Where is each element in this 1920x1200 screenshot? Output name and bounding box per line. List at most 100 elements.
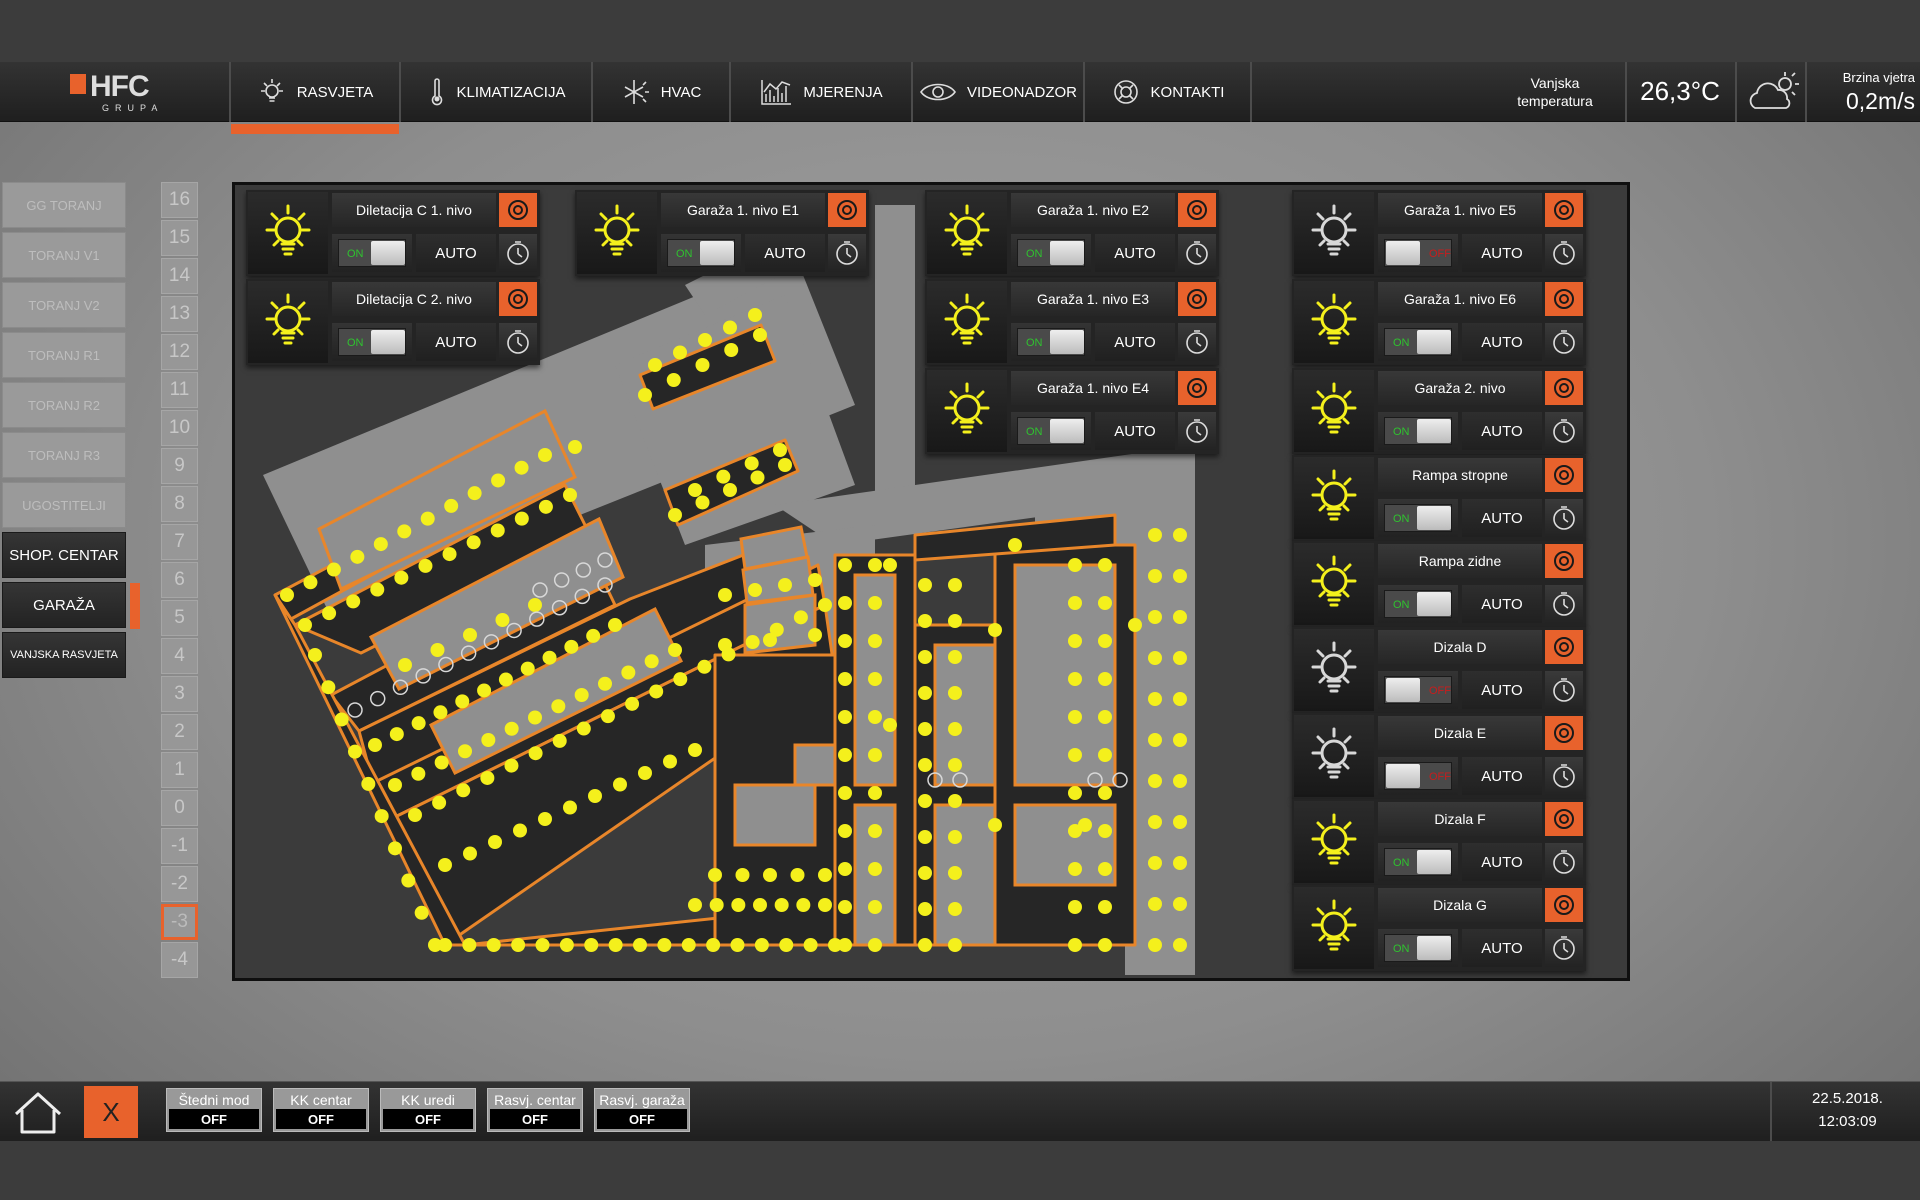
floor-button[interactable]: 8 xyxy=(161,486,198,522)
auto-mode-button[interactable]: AUTO xyxy=(1462,671,1542,709)
floor-button[interactable]: 11 xyxy=(161,372,198,408)
light-bulb[interactable] xyxy=(577,192,657,274)
light-bulb[interactable] xyxy=(1294,887,1374,969)
auto-mode-button[interactable]: AUTO xyxy=(1462,412,1542,450)
on-off-toggle[interactable]: ON xyxy=(332,234,412,272)
status-button[interactable] xyxy=(1545,888,1583,922)
status-button[interactable] xyxy=(1178,282,1216,316)
status-button[interactable] xyxy=(499,282,537,316)
status-button[interactable] xyxy=(1545,458,1583,492)
floor-button[interactable]: 12 xyxy=(161,334,198,370)
timer-button[interactable] xyxy=(1545,671,1583,709)
auto-mode-button[interactable]: AUTO xyxy=(1462,843,1542,881)
status-button[interactable] xyxy=(1545,544,1583,578)
on-off-toggle[interactable]: OFF xyxy=(1378,234,1458,272)
building-toranj-v1[interactable]: TORANJ V1 xyxy=(2,232,126,278)
timer-button[interactable] xyxy=(1545,412,1583,450)
building-garaža[interactable]: GARAŽA xyxy=(2,582,126,628)
floor-button[interactable]: 10 xyxy=(161,410,198,446)
light-bulb[interactable] xyxy=(1294,192,1374,274)
floor-button[interactable]: 13 xyxy=(161,296,198,332)
auto-mode-button[interactable]: AUTO xyxy=(1095,234,1175,272)
auto-mode-button[interactable]: AUTO xyxy=(416,234,496,272)
auto-mode-button[interactable]: AUTO xyxy=(1462,929,1542,967)
timer-button[interactable] xyxy=(1545,757,1583,795)
auto-mode-button[interactable]: AUTO xyxy=(1462,234,1542,272)
on-off-toggle[interactable]: ON xyxy=(1378,499,1458,537)
on-off-toggle[interactable]: ON xyxy=(1378,412,1458,450)
auto-mode-button[interactable]: AUTO xyxy=(1462,323,1542,361)
light-bulb[interactable] xyxy=(1294,543,1374,625)
floor-button[interactable]: 14 xyxy=(161,258,198,294)
status-button[interactable] xyxy=(1178,193,1216,227)
floor-button[interactable]: 6 xyxy=(161,562,198,598)
mode-toggle[interactable]: KK centar OFF xyxy=(273,1088,369,1132)
light-bulb[interactable] xyxy=(1294,801,1374,883)
building-gg-toranj[interactable]: GG TORANJ xyxy=(2,182,126,228)
status-button[interactable] xyxy=(1545,282,1583,316)
on-off-toggle[interactable]: ON xyxy=(332,323,412,361)
building-vanjska-rasvjeta[interactable]: VANJSKA RASVJETA xyxy=(2,632,126,678)
floor-button[interactable]: -1 xyxy=(161,828,198,864)
status-button[interactable] xyxy=(1545,371,1583,405)
timer-button[interactable] xyxy=(1545,323,1583,361)
status-button[interactable] xyxy=(1545,802,1583,836)
on-off-toggle[interactable]: ON xyxy=(1378,323,1458,361)
status-button[interactable] xyxy=(1545,716,1583,750)
status-button[interactable] xyxy=(1545,630,1583,664)
light-bulb[interactable] xyxy=(927,281,1007,363)
on-off-toggle[interactable]: ON xyxy=(1011,412,1091,450)
light-bulb[interactable] xyxy=(1294,629,1374,711)
floor-button[interactable]: 3 xyxy=(161,676,198,712)
on-off-toggle[interactable]: OFF xyxy=(1378,757,1458,795)
light-bulb[interactable] xyxy=(927,370,1007,452)
on-off-toggle[interactable]: ON xyxy=(1011,234,1091,272)
auto-mode-button[interactable]: AUTO xyxy=(745,234,825,272)
floor-button[interactable]: 1 xyxy=(161,752,198,788)
floor-button[interactable]: -4 xyxy=(161,942,198,978)
auto-mode-button[interactable]: AUTO xyxy=(416,323,496,361)
timer-button[interactable] xyxy=(499,323,537,361)
tab-videonadzor[interactable]: VIDEONADZOR xyxy=(913,62,1083,122)
timer-button[interactable] xyxy=(1545,499,1583,537)
mode-toggle[interactable]: Rasvj. garaža OFF xyxy=(594,1088,690,1132)
auto-mode-button[interactable]: AUTO xyxy=(1095,323,1175,361)
timer-button[interactable] xyxy=(1545,234,1583,272)
floor-button[interactable]: 4 xyxy=(161,638,198,674)
status-button[interactable] xyxy=(1178,371,1216,405)
auto-mode-button[interactable]: AUTO xyxy=(1462,499,1542,537)
light-bulb[interactable] xyxy=(248,281,328,363)
on-off-toggle[interactable]: ON xyxy=(1378,929,1458,967)
building-toranj-r3[interactable]: TORANJ R3 xyxy=(2,432,126,478)
floor-button[interactable]: 5 xyxy=(161,600,198,636)
on-off-toggle[interactable]: ON xyxy=(1378,843,1458,881)
floor-button[interactable]: -3 xyxy=(161,904,198,940)
floor-button[interactable]: 9 xyxy=(161,448,198,484)
floor-button[interactable]: 7 xyxy=(161,524,198,560)
auto-mode-button[interactable]: AUTO xyxy=(1095,412,1175,450)
tab-rasvjeta[interactable]: RASVJETA xyxy=(231,62,399,134)
building-toranj-v2[interactable]: TORANJ V2 xyxy=(2,282,126,328)
status-button[interactable] xyxy=(1545,193,1583,227)
auto-mode-button[interactable]: AUTO xyxy=(1462,585,1542,623)
tab-mjerenja[interactable]: MJERENJA xyxy=(731,62,911,122)
light-bulb[interactable] xyxy=(1294,281,1374,363)
mode-toggle[interactable]: Rasvj. centar OFF xyxy=(487,1088,583,1132)
floor-button[interactable]: 16 xyxy=(161,182,198,218)
close-button[interactable]: X xyxy=(84,1086,138,1138)
timer-button[interactable] xyxy=(1178,412,1216,450)
auto-mode-button[interactable]: AUTO xyxy=(1462,757,1542,795)
timer-button[interactable] xyxy=(1545,929,1583,967)
tab-klimatizacija[interactable]: KLIMATIZACIJA xyxy=(401,62,591,122)
on-off-toggle[interactable]: ON xyxy=(661,234,741,272)
light-bulb[interactable] xyxy=(1294,370,1374,452)
light-bulb[interactable] xyxy=(927,192,1007,274)
status-button[interactable] xyxy=(499,193,537,227)
floor-button[interactable]: 15 xyxy=(161,220,198,256)
status-button[interactable] xyxy=(828,193,866,227)
floor-button[interactable]: 2 xyxy=(161,714,198,750)
building-toranj-r2[interactable]: TORANJ R2 xyxy=(2,382,126,428)
tab-hvac[interactable]: HVAC xyxy=(593,62,729,122)
on-off-toggle[interactable]: ON xyxy=(1378,585,1458,623)
tab-kontakti[interactable]: KONTAKTI xyxy=(1085,62,1250,122)
